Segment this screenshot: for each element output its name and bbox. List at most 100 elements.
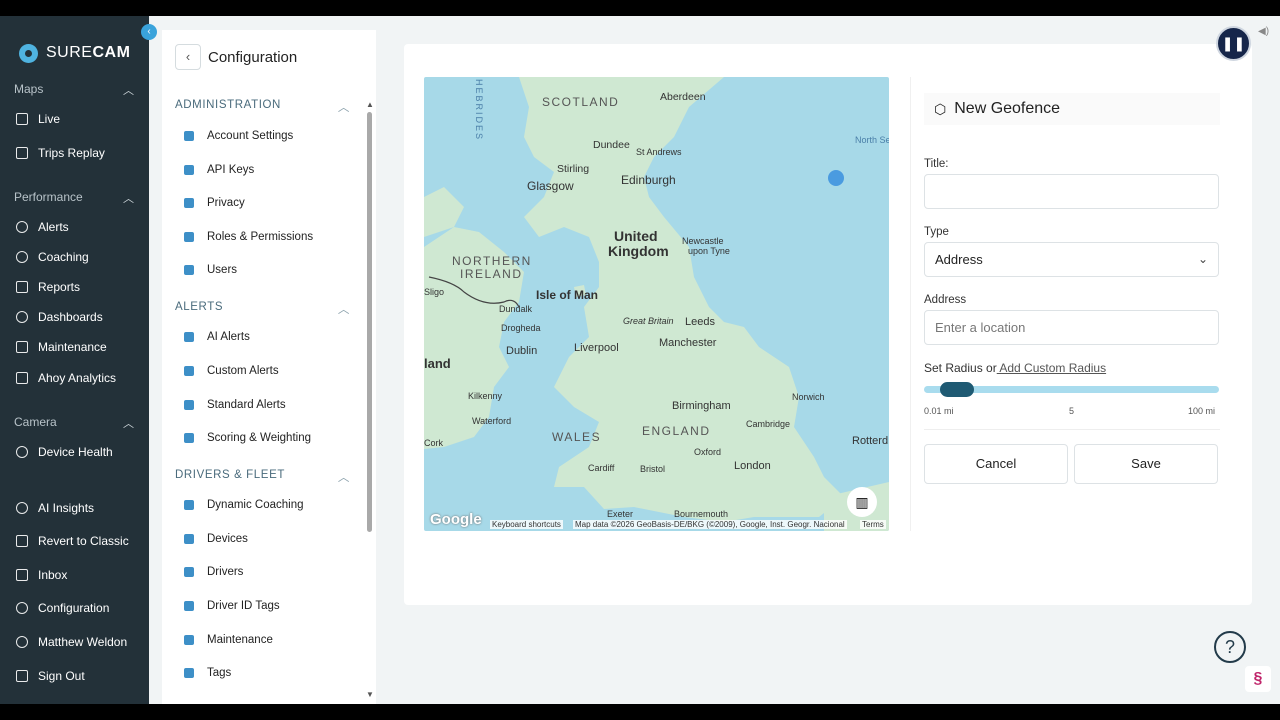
type-select[interactable]: Address ⌄ [924,242,1219,277]
map-label: HEBRIDES [474,79,484,142]
configuration-panel: ‹ Configuration ADMINISTRATION ︿ Account … [162,30,376,704]
nav-item-label: Ahoy Analytics [38,371,117,385]
config-item-account-settings[interactable]: Account Settings [184,130,293,142]
add-custom-radius-link[interactable]: Add Custom Radius [997,361,1106,375]
config-item-maintenance[interactable]: Maintenance [184,634,273,646]
config-item-roles-permissions[interactable]: Roles & Permissions [184,231,313,243]
map-label: Waterford [472,416,512,426]
widget-icon[interactable]: § [1245,666,1271,692]
config-item-driver-id-tags[interactable]: Driver ID Tags [184,600,280,612]
config-item-label: AI Alerts [207,331,250,343]
divider [924,429,1220,430]
nav-section-maps[interactable]: Maps ︿ [14,82,134,98]
map-label: Bristol [640,464,666,474]
config-section-administration[interactable]: ADMINISTRATION ︿ [175,99,350,115]
save-button[interactable]: Save [1074,444,1218,484]
config-section-drivers-fleet[interactable]: DRIVERS & FLEET ︿ [175,469,350,485]
config-item-users[interactable]: Users [184,264,237,276]
map-label: Cork [424,438,444,448]
radius-slider-thumb[interactable] [940,382,974,397]
slider-min-label: 0.01 mi [924,406,954,416]
map[interactable]: SCOTLAND Aberdeen HEBRIDES Dundee St And… [424,77,889,531]
title-input[interactable] [924,174,1219,209]
user-icon [16,636,28,648]
config-item-privacy[interactable]: Privacy [184,197,245,209]
nav-item-live[interactable]: Live [16,110,60,128]
config-item-devices[interactable]: Devices [184,533,248,545]
map-label: Drogheda [501,323,541,333]
config-item-ai-alerts[interactable]: AI Alerts [184,331,250,343]
nav-item-dashboards[interactable]: Dashboards [16,308,103,326]
brand-name: SURECAM [46,44,131,61]
chevron-up-icon: ︿ [337,304,350,316]
nav-section-camera[interactable]: Camera ︿ [14,415,134,431]
map-label: Kilkenny [468,391,503,401]
pause-button[interactable]: ❚❚ [1216,26,1251,61]
title-label: Title: [924,158,949,170]
scroll-down-arrow[interactable]: ▼ [366,690,374,699]
magic-icon [184,366,194,376]
nav-item-sign-out[interactable]: Sign Out [16,667,85,685]
nav-item-device-health[interactable]: Device Health [16,443,113,461]
map-label: upon Tyne [688,246,730,256]
config-item-tags[interactable]: Tags [184,667,231,679]
config-item-label: Custom Alerts [207,365,279,377]
coaching-icon [16,251,28,263]
config-item-label: Maintenance [207,634,273,646]
config-item-label: Devices [207,533,248,545]
map-label: Dundee [593,139,630,151]
volume-icon[interactable]: ◀) [1258,26,1269,37]
nav-section-label: Performance [14,190,83,204]
map-label: Birmingham [672,400,731,412]
config-item-dynamic-coaching[interactable]: Dynamic Coaching [184,499,304,511]
cancel-button[interactable]: Cancel [924,444,1068,484]
config-item-scoring-weighting[interactable]: Scoring & Weighting [184,432,311,444]
nav-item-maintenance[interactable]: Maintenance [16,338,107,356]
nav-item-inbox[interactable]: Inbox [16,566,67,584]
radius-slider[interactable] [924,382,1219,397]
inbox-icon [16,569,28,581]
chart-icon [16,372,28,384]
nav-item-ai-insights[interactable]: AI Insights [16,499,94,517]
config-item-standard-alerts[interactable]: Standard Alerts [184,399,286,411]
key-icon [184,232,194,242]
scrollbar[interactable] [367,100,373,700]
document-icon [16,281,28,293]
main-sidebar: SURECAM Maps ︿ Live Trips Replay Performa… [0,16,149,704]
scrollbar-thumb[interactable] [367,112,372,532]
address-input[interactable]: Enter a location [924,310,1219,345]
nav-item-coaching[interactable]: Coaching [16,248,89,266]
config-item-label: Standard Alerts [207,399,286,411]
nav-item-reports[interactable]: Reports [16,278,80,296]
keyboard-shortcuts-link[interactable]: Keyboard shortcuts [490,520,563,529]
nav-item-user[interactable]: Matthew Weldon [16,633,127,651]
help-button[interactable]: ? [1214,631,1246,663]
map-attribution: Map data ©2026 GeoBasis-DE/BKG (©2009), … [573,520,847,529]
config-item-api-keys[interactable]: API Keys [184,164,254,176]
nav-item-configuration[interactable]: Configuration [16,599,109,617]
config-item-label: Driver ID Tags [207,600,280,612]
nav-item-alerts[interactable]: Alerts [16,218,69,236]
config-section-alerts[interactable]: ALERTS ︿ [175,301,350,317]
nav-section-performance[interactable]: Performance ︿ [14,190,134,206]
config-item-label: Privacy [207,197,245,209]
config-item-label: Roles & Permissions [207,231,314,243]
location-marker [828,170,844,186]
config-item-custom-alerts[interactable]: Custom Alerts [184,365,279,377]
terms-link[interactable]: Terms [860,520,886,529]
sparkle-icon [16,502,28,514]
chevron-up-icon: ︿ [337,102,350,114]
logo-icon [19,43,38,63]
back-button[interactable]: ‹ [175,44,201,70]
type-select-value: Address [935,252,983,267]
nav-item-ahoy-analytics[interactable]: Ahoy Analytics [16,369,116,387]
config-item-drivers[interactable]: Drivers [184,566,243,578]
map-label: NORTHERN [452,254,532,268]
nav-item-revert-to-classic[interactable]: Revert to Classic [16,532,129,550]
nav-item-trips-replay[interactable]: Trips Replay [16,144,105,162]
map-label: WALES [552,430,602,444]
chevron-down-icon: ⌄ [1197,252,1208,266]
map-label: Edinburgh [621,173,676,187]
collapse-sidebar-button[interactable]: ‹ [141,24,157,40]
map-type-button[interactable]: ▥ [847,487,877,517]
